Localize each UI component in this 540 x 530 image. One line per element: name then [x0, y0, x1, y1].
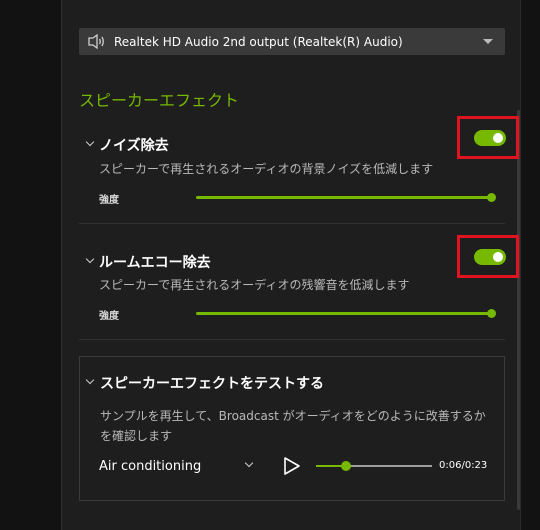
playback-progress-bar[interactable]: [316, 461, 432, 471]
speaker-icon: [87, 33, 107, 54]
slider-handle[interactable]: [487, 309, 496, 318]
room-echo-removal-toggle[interactable]: [474, 249, 506, 265]
right-edge: [520, 0, 540, 530]
noise-removal-title[interactable]: ノイズ除去: [99, 135, 169, 155]
noise-removal-strength-slider[interactable]: [196, 193, 496, 202]
room-echo-removal-strength-label: 強度: [99, 311, 119, 322]
toggle-knob: [493, 133, 503, 143]
play-icon[interactable]: [282, 456, 302, 480]
noise-removal-description: スピーカーで再生されるオーディオの背景ノイズを低減します: [99, 162, 434, 176]
room-echo-removal-toggle-highlight: [457, 235, 519, 278]
scrollbar-thumb[interactable]: [517, 110, 520, 510]
toggle-knob: [493, 252, 503, 262]
noise-removal-toggle[interactable]: [474, 130, 506, 146]
divider: [79, 339, 505, 340]
caret-down-icon: [483, 39, 493, 44]
sample-select-value[interactable]: Air conditioning: [99, 459, 201, 474]
noise-removal-toggle-highlight: [457, 116, 519, 159]
test-effects-title[interactable]: スピーカーエフェクトをテストする: [100, 373, 324, 393]
room-echo-removal-strength-slider[interactable]: [196, 309, 496, 318]
divider: [79, 223, 505, 224]
room-echo-removal-title[interactable]: ルームエコー除去: [99, 252, 211, 272]
left-rail: [0, 0, 62, 530]
slider-handle[interactable]: [487, 193, 496, 202]
section-title: スピーカーエフェクト: [79, 91, 240, 110]
playback-time: 0:06/0:23: [439, 460, 488, 471]
test-effects-description: サンプルを再生して、Broadcast がオーディオをどのように改善するかを確認…: [100, 409, 486, 443]
noise-removal-strength-label: 強度: [99, 195, 119, 206]
room-echo-removal-description: スピーカーで再生されるオーディオの残響音を低減します: [99, 278, 410, 292]
output-device-dropdown[interactable]: Realtek HD Audio 2nd output (Realtek(R) …: [79, 28, 505, 55]
output-device-name: Realtek HD Audio 2nd output (Realtek(R) …: [114, 35, 403, 49]
